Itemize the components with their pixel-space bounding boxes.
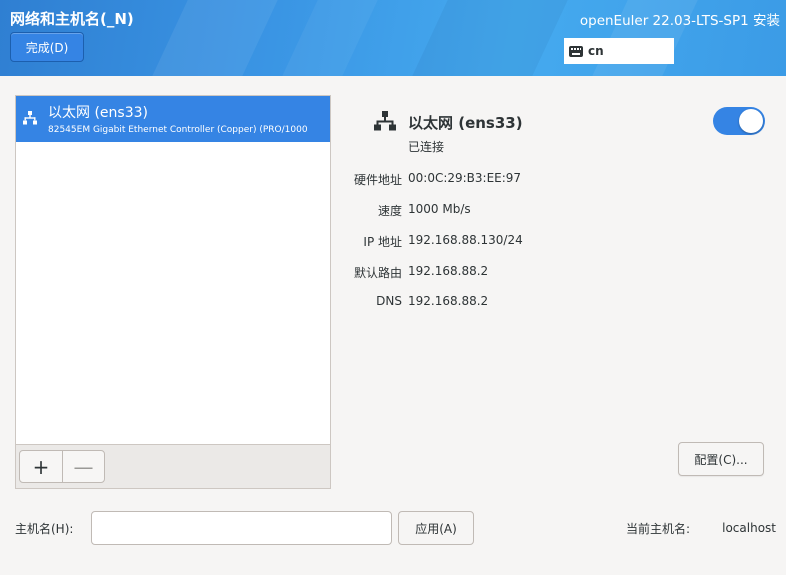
device-list-button-group: + —: [19, 450, 105, 483]
product-title: openEuler 22.03-LTS-SP1 安装: [579, 13, 780, 29]
hostname-input[interactable]: [91, 511, 392, 545]
keyboard-icon: [569, 45, 583, 57]
configure-button[interactable]: 配置(C)...: [678, 442, 764, 476]
dns-label: DNS: [376, 294, 402, 308]
hostname-label: 主机名(H):: [15, 522, 74, 536]
device-name: 以太网 (ens33): [48, 105, 148, 121]
device-enable-toggle[interactable]: [713, 107, 765, 135]
done-button[interactable]: 完成(D): [10, 32, 84, 62]
header-decoration: [282, 0, 378, 76]
device-list-toolbar: + —: [16, 444, 330, 488]
current-hostname-label: 当前主机名:: [626, 522, 691, 536]
dns-value: 192.168.88.2: [408, 294, 489, 308]
header-decoration: [412, 0, 568, 76]
speed-value: 1000 Mb/s: [408, 202, 471, 216]
device-list-item-ens33[interactable]: 以太网 (ens33) 82545EM Gigabit Ethernet Con…: [16, 96, 330, 142]
add-device-button[interactable]: +: [20, 451, 62, 482]
keyboard-layout-label: cn: [588, 44, 604, 58]
apply-hostname-button[interactable]: 应用(A): [398, 511, 474, 545]
ip-address-value: 192.168.88.130/24: [408, 233, 523, 247]
connection-status: 已连接: [408, 140, 445, 154]
network-wired-icon: [374, 111, 396, 135]
device-detail-name: 以太网 (ens33): [408, 114, 523, 132]
toggle-knob: [739, 109, 763, 133]
device-description: 82545EM Gigabit Ethernet Controller (Cop…: [48, 125, 308, 135]
hardware-address-label: 硬件地址: [353, 173, 402, 187]
current-hostname-value: localhost: [722, 521, 776, 535]
page-title: 网络和主机名(_N): [10, 10, 134, 28]
remove-device-button[interactable]: —: [61, 451, 104, 482]
header-decoration: [152, 0, 278, 76]
ip-address-label: IP 地址: [363, 235, 402, 249]
default-route-value: 192.168.88.2: [408, 264, 489, 278]
keyboard-layout-indicator[interactable]: cn: [564, 38, 674, 64]
network-wired-icon: [23, 110, 37, 129]
hardware-address-value: 00:0C:29:B3:EE:97: [408, 171, 522, 185]
speed-label: 速度: [377, 204, 402, 218]
default-route-label: 默认路由: [353, 266, 402, 280]
header-bar: 网络和主机名(_N) 完成(D) openEuler 22.03-LTS-SP1…: [0, 0, 786, 76]
device-list-panel: 以太网 (ens33) 82545EM Gigabit Ethernet Con…: [15, 95, 331, 489]
